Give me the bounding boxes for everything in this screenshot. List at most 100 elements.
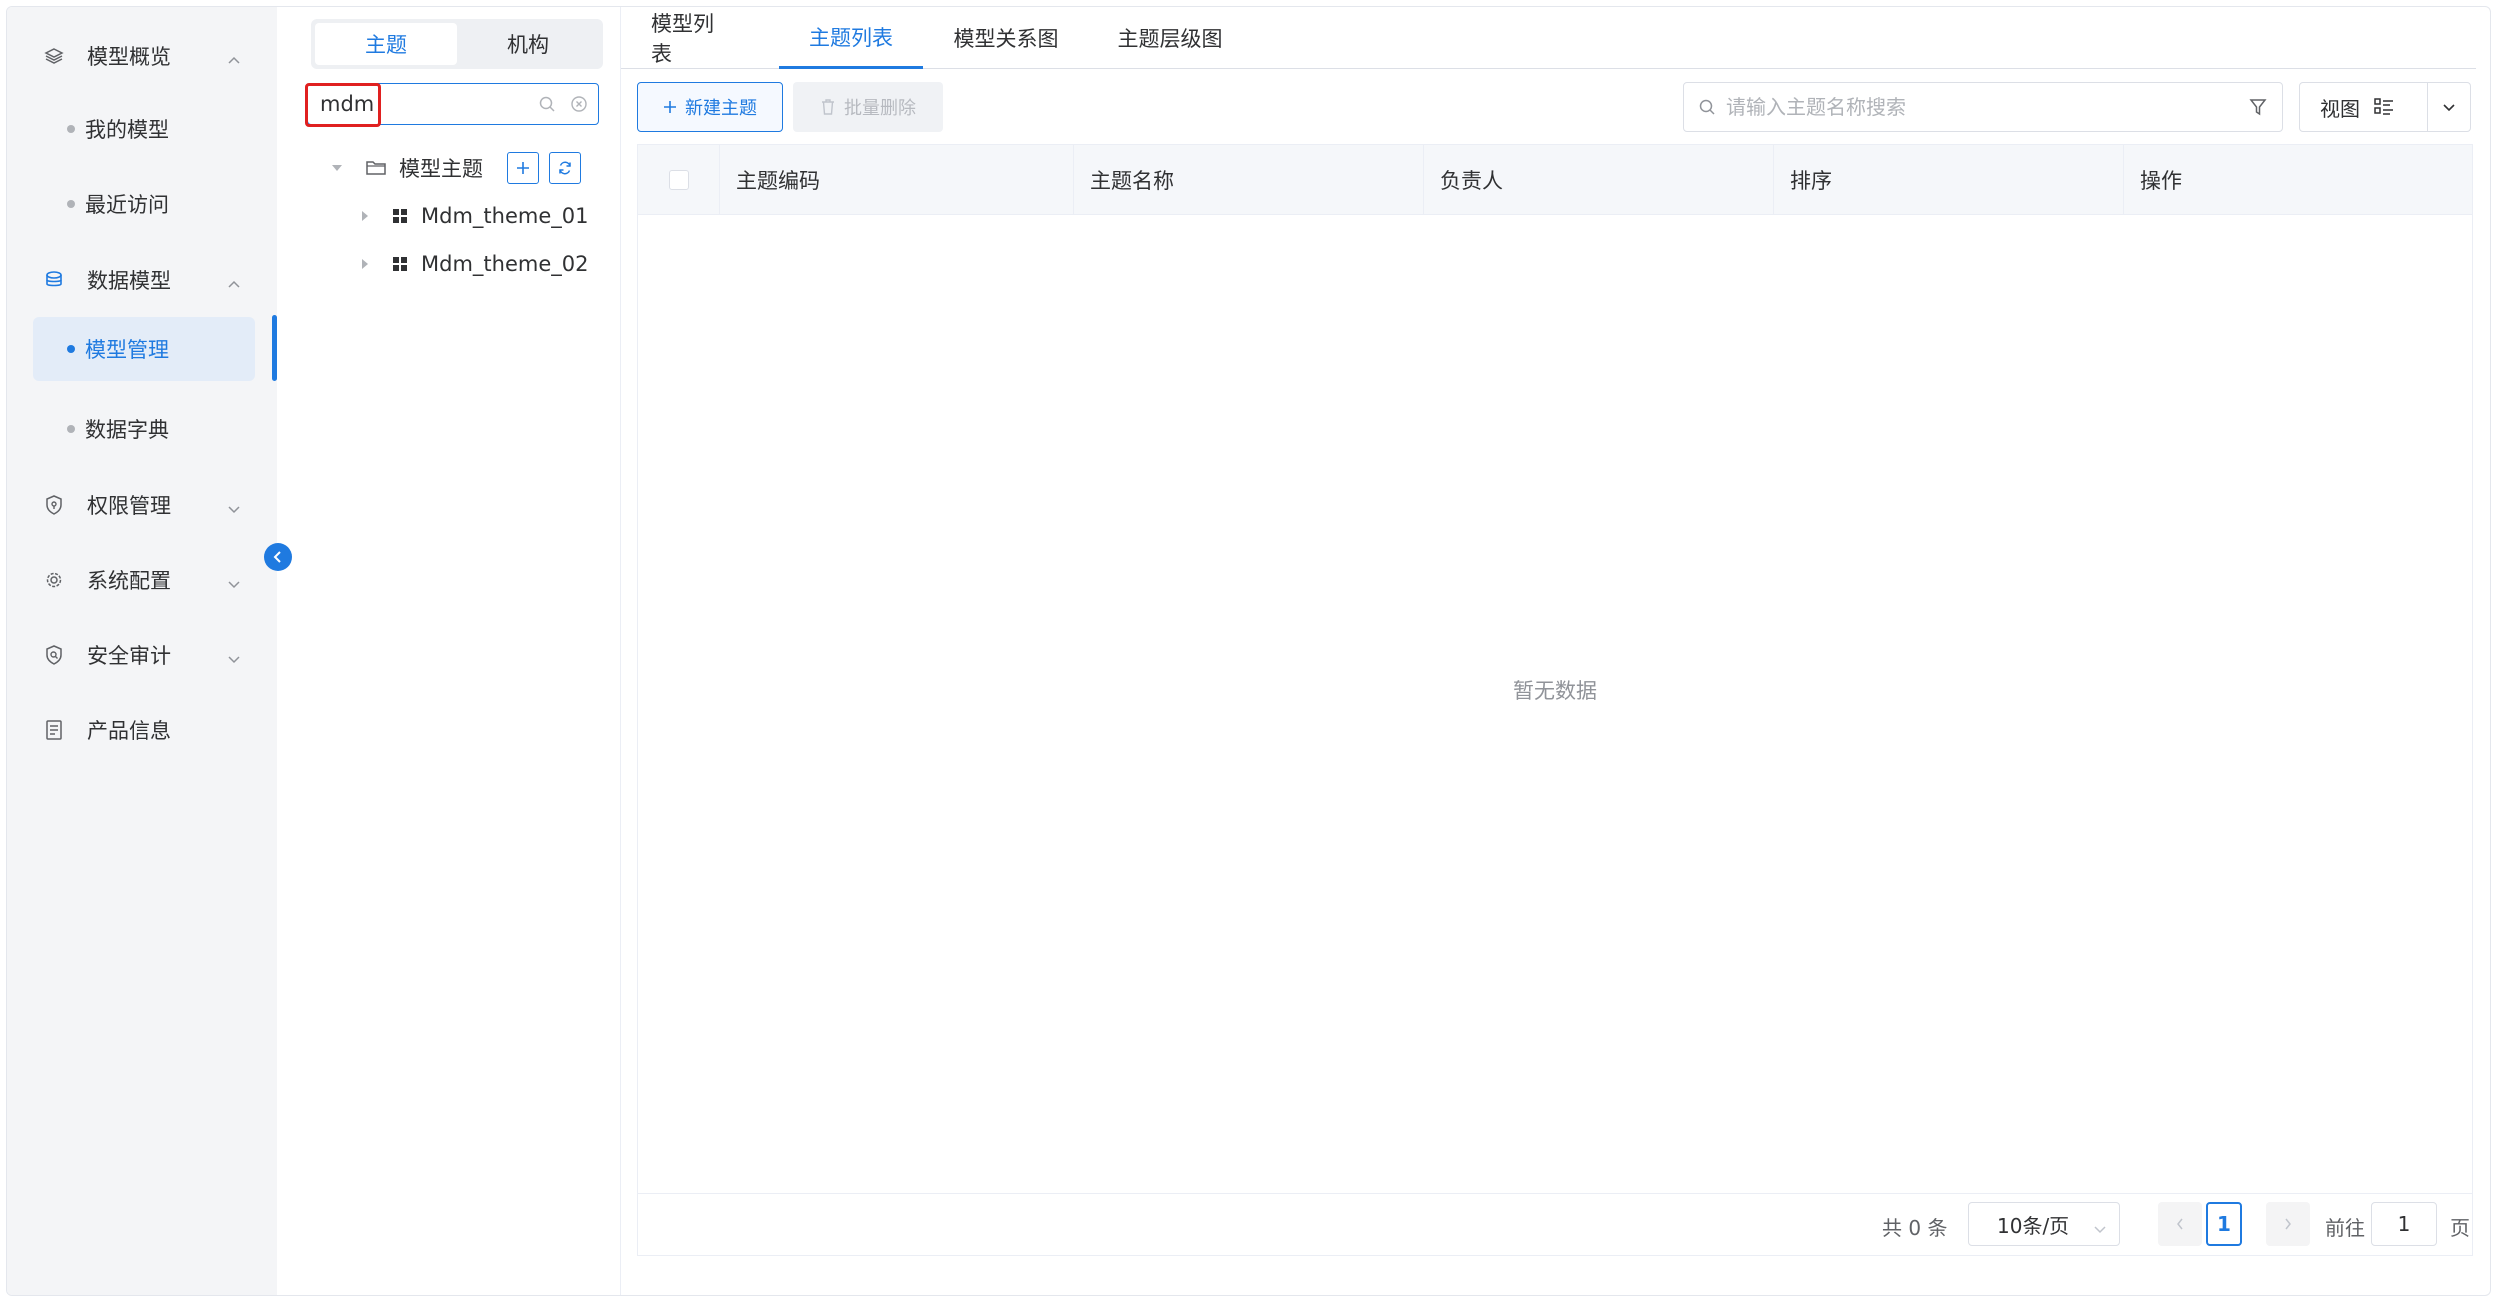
plus-icon xyxy=(664,101,676,113)
tree-node-label: 模型主题 xyxy=(399,157,483,181)
empty-text: 暂无数据 xyxy=(1513,679,1597,703)
caret-right-icon[interactable] xyxy=(355,210,375,222)
tree-node-root[interactable]: 模型主题 xyxy=(327,148,581,188)
nav-label: 产品信息 xyxy=(87,719,171,743)
goto-page-input[interactable]: 1 xyxy=(2371,1202,2437,1246)
nav-system-config[interactable]: 系统配置 xyxy=(33,548,259,612)
nav-data-model[interactable]: 数据模型 xyxy=(33,248,259,312)
sub-item-my-models[interactable]: 我的模型 xyxy=(33,97,255,161)
chevron-up-icon xyxy=(227,46,241,70)
search-icon[interactable] xyxy=(538,95,556,117)
document-icon xyxy=(43,719,65,741)
nav-label: 系统配置 xyxy=(87,569,171,593)
nav-label: 模型概览 xyxy=(87,45,171,69)
tab-model-list[interactable]: 模型列表 xyxy=(651,7,731,69)
segment-switch: 主题 机构 xyxy=(311,19,603,69)
nav-label: 数据模型 xyxy=(87,269,171,293)
view-switch[interactable]: 视图 xyxy=(2299,82,2471,132)
refresh-icon xyxy=(559,161,571,175)
chevron-down-icon xyxy=(227,645,241,669)
main-content: 模型列表 主题列表 模型关系图 主题层级图 新建主题 批量删除 视图 xyxy=(621,7,2490,1295)
sub-item-model-management[interactable]: 模型管理 xyxy=(33,317,255,381)
pagination-total: 共 0 条 xyxy=(1882,1216,1948,1240)
batch-delete-button[interactable]: 批量删除 xyxy=(793,82,943,132)
nav-label: 安全审计 xyxy=(87,644,171,668)
chevron-down-icon xyxy=(2093,1215,2107,1239)
tab-theme-hierarchy[interactable]: 主题层级图 xyxy=(1115,7,1225,69)
list-view-icon xyxy=(2374,98,2394,116)
segment-organization[interactable]: 机构 xyxy=(457,23,599,65)
tab-model-relation[interactable]: 模型关系图 xyxy=(951,7,1061,69)
trash-icon xyxy=(822,99,834,115)
select-all-checkbox[interactable] xyxy=(668,170,689,190)
tree-node-label: Mdm_theme_02 xyxy=(421,252,589,276)
column-header[interactable]: 负责人 xyxy=(1424,145,1774,215)
sidebar-collapse-button[interactable] xyxy=(264,543,292,571)
tree-search-input[interactable] xyxy=(308,92,508,116)
column-header[interactable]: 主题编码 xyxy=(720,145,1074,215)
batch-delete-label: 批量删除 xyxy=(844,98,916,119)
sub-item-label: 数据字典 xyxy=(85,418,169,442)
caret-down-icon[interactable] xyxy=(327,164,347,172)
refresh-button[interactable] xyxy=(549,152,581,184)
chevron-left-icon xyxy=(273,551,281,563)
column-header[interactable]: 操作 xyxy=(2124,145,2474,215)
add-theme-button[interactable] xyxy=(507,152,539,184)
table-header: 主题编码 主题名称 负责人 排序 操作 xyxy=(638,145,2472,215)
caret-right-icon[interactable] xyxy=(355,258,375,270)
sub-item-label: 我的模型 xyxy=(85,118,169,142)
view-button[interactable]: 视图 xyxy=(2300,83,2428,131)
shield-icon xyxy=(43,494,65,516)
bullet-dot xyxy=(67,345,75,353)
tab-theme-list[interactable]: 主题列表 xyxy=(779,7,923,69)
tree-node[interactable]: Mdm_theme_02 xyxy=(355,244,588,284)
bullet-dot xyxy=(67,425,75,433)
view-label: 视图 xyxy=(2320,96,2360,121)
nav-model-overview[interactable]: 模型概览 xyxy=(33,24,259,88)
prev-page-button[interactable] xyxy=(2158,1202,2202,1246)
theme-search-input[interactable] xyxy=(1726,95,2248,119)
chevron-down-icon xyxy=(2443,104,2455,112)
nav-permission[interactable]: 权限管理 xyxy=(33,473,259,537)
tab-bar: 模型列表 主题列表 模型关系图 主题层级图 xyxy=(621,7,2476,69)
plus-icon xyxy=(517,162,529,174)
bullet-dot xyxy=(67,125,75,133)
theme-table: 主题编码 主题名称 负责人 排序 操作 暂无数据 共 0 条 10条/页 1 前… xyxy=(637,144,2473,1256)
tree-node[interactable]: Mdm_theme_01 xyxy=(355,196,588,236)
sub-item-data-dictionary[interactable]: 数据字典 xyxy=(33,397,255,461)
sub-item-recent[interactable]: 最近访问 xyxy=(33,172,255,236)
segment-theme[interactable]: 主题 xyxy=(315,23,457,65)
view-dropdown-button[interactable] xyxy=(2428,102,2470,112)
audit-shield-icon xyxy=(43,644,65,666)
tree-search-field[interactable] xyxy=(307,83,599,125)
empty-state: 暂无数据 xyxy=(638,215,2472,1165)
tree-panel: 主题 机构 模型主题 xyxy=(277,7,621,1295)
next-page-button[interactable] xyxy=(2266,1202,2310,1246)
sub-item-label: 模型管理 xyxy=(85,338,169,362)
clear-icon[interactable] xyxy=(570,95,588,117)
grid-icon xyxy=(391,255,409,273)
nav-label: 权限管理 xyxy=(87,494,171,518)
chevron-up-icon xyxy=(227,270,241,294)
chevron-left-icon xyxy=(2177,1218,2183,1230)
theme-search-field[interactable] xyxy=(1683,82,2283,132)
chevron-right-icon xyxy=(2285,1218,2291,1230)
new-theme-button[interactable]: 新建主题 xyxy=(637,82,783,132)
database-icon xyxy=(43,269,65,291)
chevron-down-icon xyxy=(227,495,241,519)
nav-product-info[interactable]: 产品信息 xyxy=(33,698,259,762)
filter-icon[interactable] xyxy=(2248,97,2268,117)
column-header[interactable]: 主题名称 xyxy=(1074,145,1424,215)
sub-item-label: 最近访问 xyxy=(85,193,169,217)
gear-icon xyxy=(43,569,65,591)
nav-security-audit[interactable]: 安全审计 xyxy=(33,623,259,687)
page-suffix: 页 xyxy=(2450,1216,2470,1240)
column-header[interactable]: 排序 xyxy=(1774,145,2124,215)
layers-icon xyxy=(43,45,65,67)
goto-label: 前往 xyxy=(2325,1216,2365,1240)
page-number-current[interactable]: 1 xyxy=(2206,1202,2242,1246)
new-theme-label: 新建主题 xyxy=(685,98,757,119)
page-size-value: 10条/页 xyxy=(1997,1213,2070,1238)
page-size-select[interactable]: 10条/页 xyxy=(1968,1202,2120,1246)
app-window: 模型概览 我的模型 最近访问 数据模型 模型管理 数据字典 权限管理 系统配置 … xyxy=(6,6,2491,1296)
